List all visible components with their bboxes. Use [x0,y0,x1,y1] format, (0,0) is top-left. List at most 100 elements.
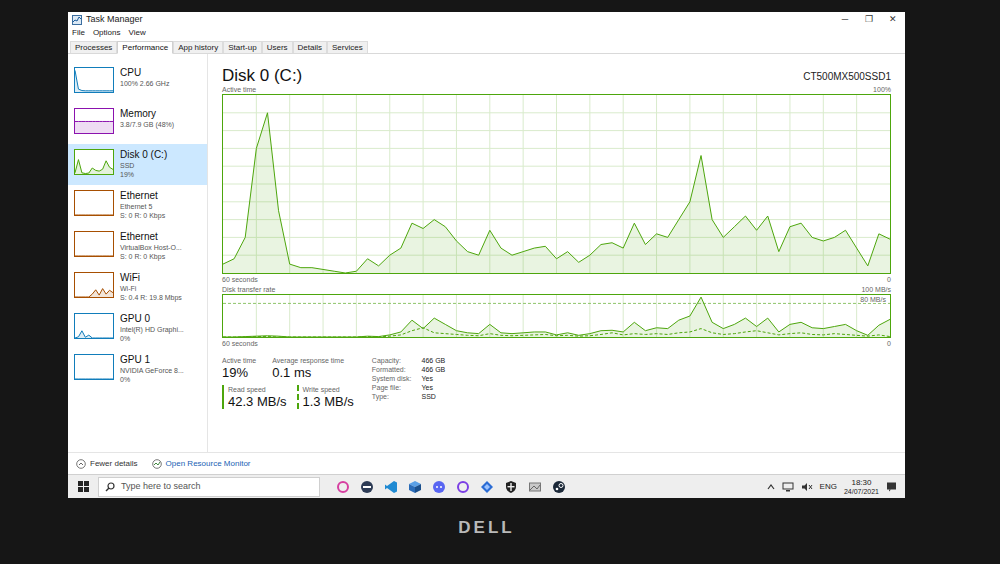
sidebar-item-title: GPU 0 [120,313,184,325]
speed-stat: Read speed42.3 MB/s [222,385,287,409]
window-controls: ─❐✕ [833,12,905,27]
sidebar-item[interactable]: WiFiWi-FiS: 0.4 R: 19.8 Mbps [68,267,207,308]
sidebar-thumbnail [74,354,114,380]
sidebar-item-title: CPU [120,67,169,79]
stat-label: Active time [222,356,256,365]
sidebar-item[interactable]: Memory3.8/7.9 GB (48%) [68,103,207,144]
chart-scale-label: 100 MB/s [861,286,891,293]
property-label: Formatted: [372,365,412,374]
sidebar-item-title: Ethernet [120,190,165,202]
sidebar-item[interactable]: GPU 1NVIDIA GeForce 8...0% [68,349,207,390]
show-hidden-icons-icon[interactable] [767,484,775,490]
discord-icon[interactable] [432,480,446,494]
shield-icon[interactable] [504,480,518,494]
sidebar-item[interactable]: EthernetVirtualBox Host-O...S: 0 R: 0 Kb… [68,226,207,267]
laptop: Task Manager ─❐✕ File Options View Processe… [0,0,1000,564]
tab[interactable]: App history [173,41,223,53]
sidebar-graph-line [75,331,113,338]
window-control-button[interactable]: ❐ [857,12,881,27]
sidebar-graph-line [75,256,113,257]
sidebar-item-detail: 0% [120,334,184,343]
sidebar-thumbnail [74,313,114,339]
sidebar-item[interactable]: EthernetEthernet 5S: 0 R: 0 Kbps [68,185,207,226]
sidebar-item-detail: 0% [120,375,184,384]
volume-icon[interactable] [801,482,813,492]
window-control-button[interactable]: ─ [833,12,857,27]
cortana-icon[interactable] [336,480,350,494]
clock[interactable]: 18:3024/07/2021 [844,478,879,496]
sidebar-item-detail: 100% 2.66 GHz [120,79,169,88]
dell-logo: DELL [458,515,514,547]
sidebar-item[interactable]: CPU100% 2.66 GHz [68,62,207,103]
menu-item[interactable]: Options [93,29,121,37]
transfer-chart-header: Disk transfer rate 100 MB/s [222,284,891,294]
start-button[interactable] [68,475,98,498]
system-tray: ENG 18:3024/07/2021 [767,475,905,498]
gallery-app-icon[interactable] [528,480,542,494]
window-control-button[interactable]: ✕ [881,12,905,27]
sidebar-item-detail: S: 0 R: 0 Kbps [120,252,182,261]
stat-value: 19% [222,365,256,380]
sidebar-item-title: GPU 1 [120,354,184,366]
write-speed-line [223,328,890,337]
property-value: SSD [422,392,446,401]
property-label: Capacity: [372,356,412,365]
tab[interactable]: Processes [70,41,117,53]
search-box[interactable]: Type here to search [98,477,320,497]
resource-monitor-link[interactable]: Open Resource Monitor [152,459,251,469]
active-time-chart [222,94,891,274]
cube-app-icon[interactable] [408,480,422,494]
speed-label: Read speed [228,385,287,394]
tab[interactable]: Details [293,41,327,53]
sidebar-item-detail: SSD [120,161,167,170]
stat-label: Average response time [272,356,344,365]
sidebar-item-title: Ethernet [120,231,182,243]
menu-item[interactable]: File [72,29,85,37]
search-placeholder: Type here to search [121,482,201,491]
active-chart-footer: 60 seconds0 [222,274,891,284]
diamond-app-icon[interactable] [480,480,494,494]
speed-stat: Write speed1.3 MB/s [297,385,354,409]
vscode-icon[interactable] [384,480,398,494]
sidebar-thumbnail [74,149,114,175]
chart-label: 60 seconds [222,276,258,283]
sidebar-item-title: Disk 0 (C:) [120,149,167,161]
menu-item[interactable]: View [128,29,145,37]
tab[interactable]: Performance [117,41,173,54]
sidebar-item[interactable]: GPU 0Intel(R) HD Graphi...0% [68,308,207,349]
language-indicator[interactable]: ENG [820,483,837,491]
sidebar: CPU100% 2.66 GHzMemory3.8/7.9 GB (48%)Di… [68,54,208,452]
sidebar-graph-line [75,160,113,174]
pinned-apps [336,480,566,494]
sidebar-item-detail: S: 0.4 R: 19.8 Mbps [120,293,182,302]
tab[interactable]: Services [327,41,368,53]
title-bar: Task Manager ─❐✕ [68,12,905,27]
sidebar-thumbnail [74,67,114,93]
task-manager-window: Task Manager ─❐✕ File Options View Processe… [68,12,905,474]
disc-app-icon[interactable] [360,480,374,494]
resource-monitor-icon [152,459,162,469]
tab[interactable]: Start-up [223,41,261,53]
ring-app-icon[interactable] [456,480,470,494]
transfer-rate-chart: 80 MB/s [222,294,891,338]
steam-icon[interactable] [552,480,566,494]
network-icon[interactable] [782,482,794,492]
resource-monitor-label: Open Resource Monitor [166,460,251,468]
speed-value: 42.3 MB/s [228,394,287,409]
sidebar-thumbnail [74,272,114,298]
fewer-details-button[interactable]: Fewer details [76,459,138,469]
sidebar-thumbnail [74,108,114,134]
tab[interactable]: Users [262,41,293,53]
search-icon [105,482,115,492]
sidebar-item-detail: VirtualBox Host-O... [120,243,182,252]
property-label: System disk: [372,374,412,383]
sidebar-item-title: WiFi [120,272,182,284]
stat: Average response time0.1 ms [272,356,344,380]
chart-label: Disk transfer rate [222,286,275,293]
transfer-chart-footer: 60 seconds0 [222,338,891,348]
window-title: Task Manager [86,15,143,24]
sidebar-item[interactable]: Disk 0 (C:)SSD19% [68,144,207,185]
sidebar-item-detail: 3.8/7.9 GB (48%) [120,120,174,129]
notifications-icon[interactable] [886,481,897,492]
active-chart-header: Active time100% [222,84,891,94]
